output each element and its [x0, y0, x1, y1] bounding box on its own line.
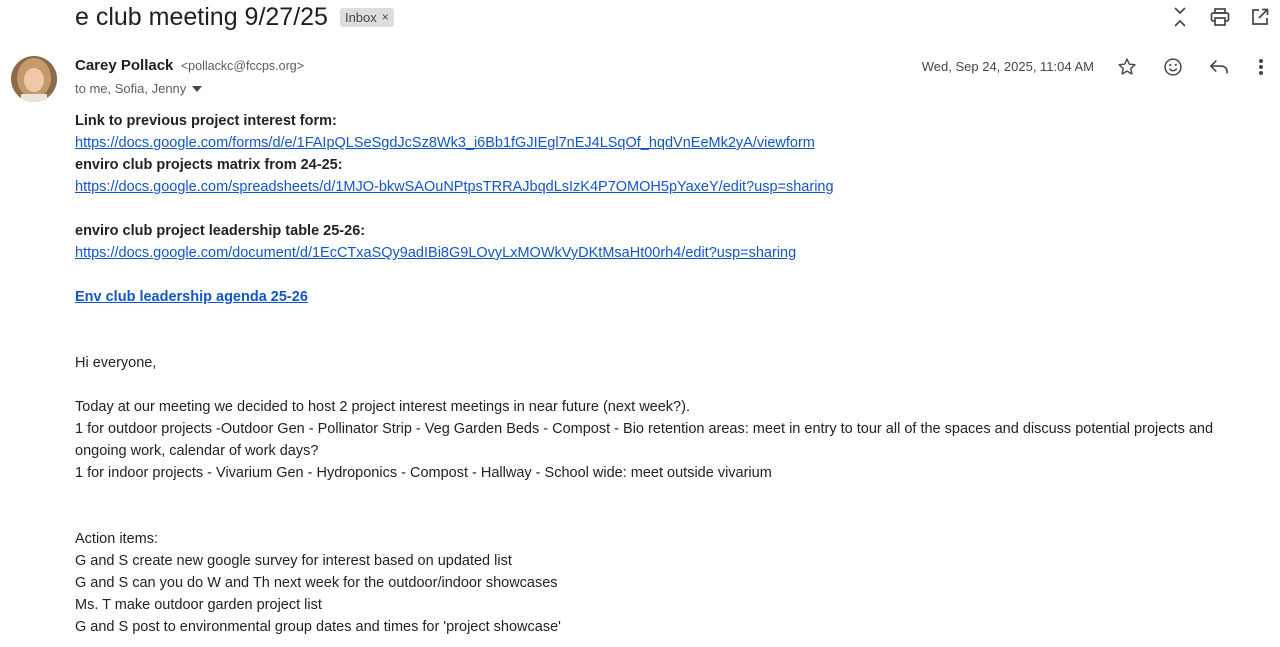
sender-line: Carey Pollack <pollackc@fccps.org> — [75, 57, 304, 75]
sender-avatar[interactable] — [11, 56, 57, 102]
remove-label-button[interactable]: × — [382, 10, 389, 24]
projects-matrix-label: enviro club projects matrix from 24-25: — [75, 157, 343, 173]
expand-collapse-icon[interactable] — [1160, 4, 1200, 30]
leadership-table-label: enviro club project leadership table 25-… — [75, 223, 366, 239]
emoji-icon[interactable] — [1150, 53, 1196, 81]
reply-icon[interactable] — [1196, 53, 1242, 81]
email-subject: e club meeting 9/27/25 — [75, 2, 328, 31]
recipients-text: to me, Sofia, Jenny — [75, 81, 187, 96]
subject-row: e club meeting 9/27/25 Inbox × — [75, 0, 394, 34]
print-icon[interactable] — [1200, 4, 1240, 30]
leadership-table-link[interactable]: https://docs.google.com/document/d/1EcCT… — [75, 245, 796, 261]
more-vert-icon[interactable] — [1242, 53, 1280, 81]
label-text: Inbox — [344, 9, 377, 25]
paragraph-meeting-decision: Today at our meeting we decided to host … — [75, 399, 690, 415]
sender-name[interactable]: Carey Pollack — [75, 57, 173, 74]
action-item: G and S can you do W and Th next week fo… — [75, 575, 558, 591]
action-items-title: Action items: — [75, 531, 158, 547]
paragraph-outdoor-projects: 1 for outdoor projects -Outdoor Gen - Po… — [75, 421, 1214, 459]
action-item: G and S create new google survey for int… — [75, 553, 512, 569]
action-item: Ms. T make outdoor garden project list — [75, 597, 322, 613]
project-interest-form-link[interactable]: https://docs.google.com/forms/d/e/1FAIpQ… — [75, 135, 815, 151]
leadership-agenda-link[interactable]: Env club leadership agenda 25-26 — [75, 289, 308, 305]
show-details-chevron-down-icon[interactable] — [192, 85, 203, 92]
star-icon[interactable] — [1104, 53, 1150, 81]
action-item: G and S post to environmental group date… — [75, 619, 561, 635]
greeting: Hi everyone, — [75, 355, 157, 371]
thread-toolbar — [1160, 4, 1280, 30]
open-new-window-icon[interactable] — [1240, 4, 1280, 30]
message-date: Wed, Sep 24, 2025, 11:04 AM — [921, 59, 1094, 74]
projects-matrix-link[interactable]: https://docs.google.com/spreadsheets/d/1… — [75, 179, 834, 195]
sender-email: <pollackc@fccps.org> — [180, 59, 305, 73]
paragraph-indoor-projects: 1 for indoor projects - Vivarium Gen - H… — [75, 465, 772, 481]
message-actions — [1104, 53, 1280, 81]
message-body: Link to previous project interest form: … — [75, 110, 1265, 638]
recipients-line: to me, Sofia, Jenny — [75, 81, 203, 96]
project-interest-form-label: Link to previous project interest form: — [75, 113, 337, 129]
email-view: e club meeting 9/27/25 Inbox × Carey Pol… — [0, 0, 1280, 647]
inbox-label-chip[interactable]: Inbox × — [339, 7, 394, 27]
